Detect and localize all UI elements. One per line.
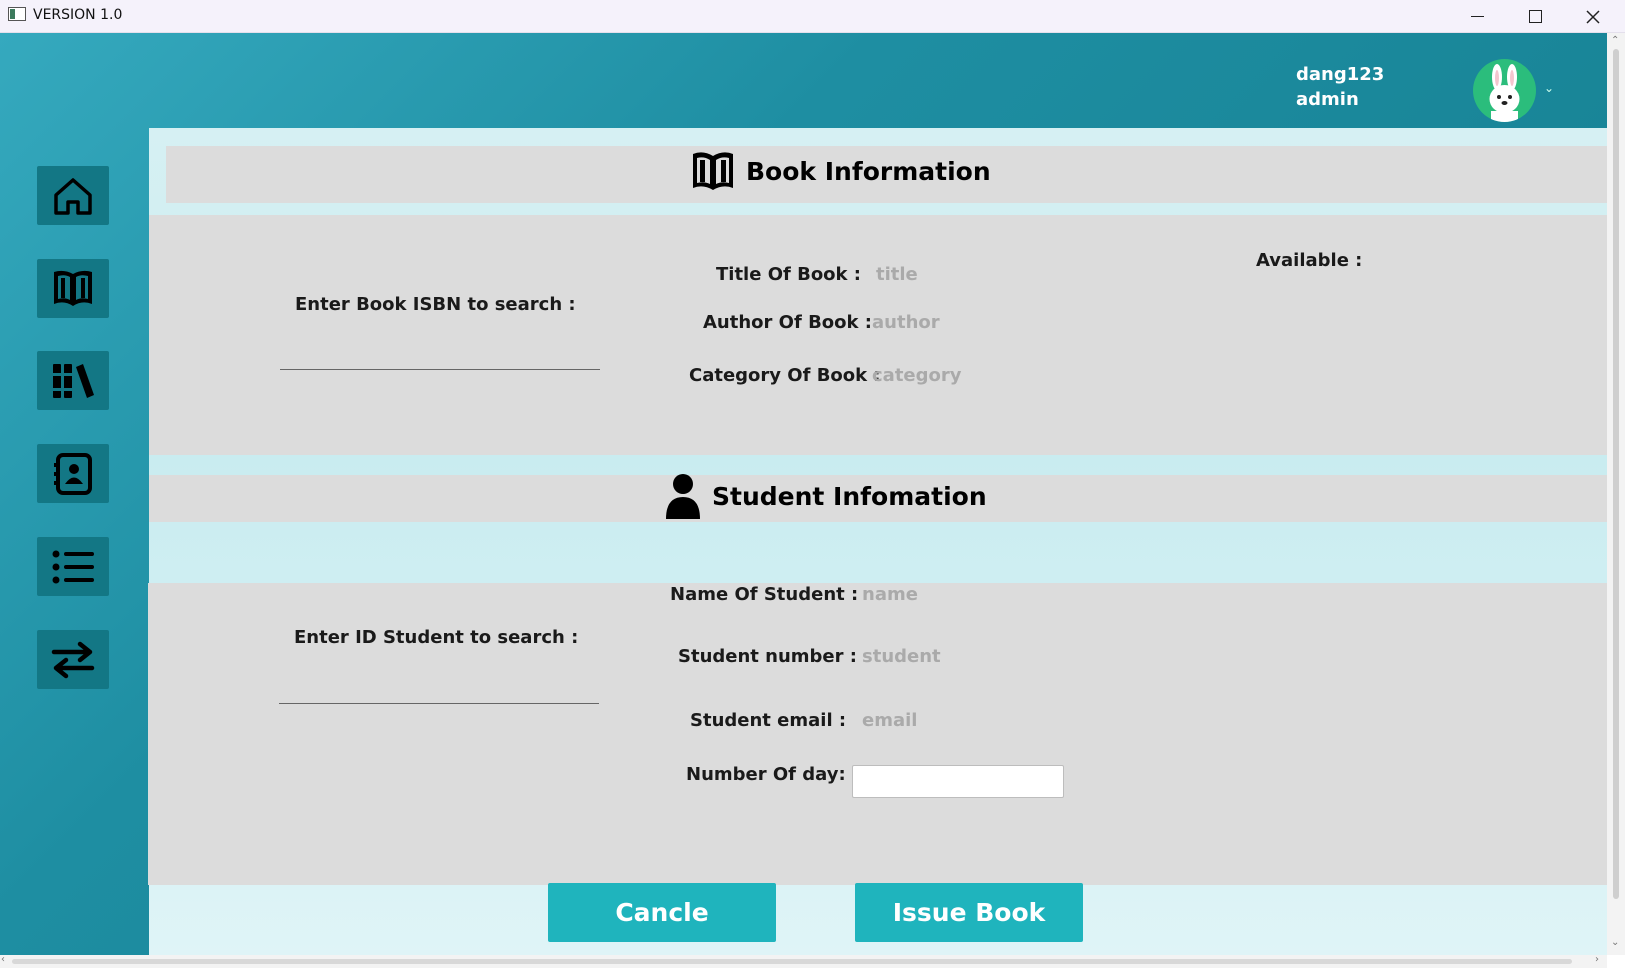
sidebar-item-transfer[interactable] — [37, 630, 109, 689]
scroll-left-icon[interactable]: ‹ — [1, 954, 5, 965]
app-window: dang123 admin ⌄ Book Information Enter B… — [0, 33, 1607, 955]
minimize-icon — [1470, 16, 1484, 17]
scroll-right-icon[interactable]: › — [1595, 954, 1599, 965]
student-email-value: email — [862, 710, 918, 731]
horizontal-scroll-thumb[interactable] — [12, 959, 1572, 964]
category-value: category — [872, 365, 962, 386]
student-email-label: Student email : — [690, 710, 847, 731]
number-of-day-input[interactable] — [852, 765, 1064, 798]
vertical-scrollbar[interactable]: ⌃ ⌄ — [1607, 33, 1625, 955]
user-info: dang123 admin — [1296, 62, 1384, 112]
isbn-search-input[interactable] — [280, 342, 600, 370]
sidebar-item-home[interactable] — [37, 166, 109, 225]
contacts-icon — [54, 452, 92, 495]
student-number-label: Student number : — [678, 646, 857, 667]
horizontal-scrollbar[interactable]: ‹ › — [0, 954, 1607, 968]
list-icon — [52, 550, 94, 583]
person-icon — [666, 474, 700, 519]
minimize-button[interactable] — [1448, 0, 1506, 33]
student-section-title-row: Student Infomation — [664, 473, 987, 519]
title-label: Title Of Book : — [716, 264, 861, 285]
avatar[interactable] — [1473, 59, 1536, 122]
student-id-search-label: Enter ID Student to search : — [294, 627, 579, 648]
student-number-value: student — [862, 646, 941, 667]
vertical-scroll-thumb[interactable] — [1613, 49, 1619, 899]
close-icon — [1586, 9, 1600, 24]
isbn-search-label: Enter Book ISBN to search : — [295, 294, 576, 315]
student-name-value: name — [862, 584, 918, 605]
maximize-button[interactable] — [1506, 0, 1564, 33]
scroll-up-icon[interactable]: ⌃ — [1611, 35, 1619, 46]
chevron-down-icon[interactable]: ⌄ — [1544, 81, 1554, 95]
library-icon — [53, 363, 94, 398]
student-id-search-input[interactable] — [279, 676, 599, 704]
author-value: author — [872, 312, 940, 333]
user-role: admin — [1296, 89, 1359, 110]
author-label: Author Of Book : — [703, 312, 872, 333]
window-title-bar: VERSION 1.0 — [0, 0, 1625, 33]
book-panel — [149, 215, 1607, 455]
main-content: Book Information Enter Book ISBN to sear… — [148, 128, 1607, 955]
sidebar-item-contacts[interactable] — [37, 444, 109, 503]
number-of-day-label: Number Of day: — [686, 764, 846, 785]
sidebar-item-library[interactable] — [37, 351, 109, 410]
issue-book-button[interactable]: Issue Book — [855, 883, 1083, 942]
category-label: Category Of Book : — [689, 365, 881, 386]
app-icon — [8, 7, 26, 21]
cancel-button[interactable]: Cancle — [548, 883, 776, 942]
title-value: title — [876, 264, 918, 285]
transfer-icon — [51, 641, 95, 678]
username: dang123 — [1296, 64, 1385, 85]
book-section-title-row: Book Information — [690, 148, 991, 194]
available-label: Available : — [1256, 250, 1363, 271]
student-section-title: Student Infomation — [712, 481, 987, 511]
home-icon — [54, 177, 92, 215]
scroll-down-icon[interactable]: ⌄ — [1611, 937, 1619, 948]
window-title: VERSION 1.0 — [33, 7, 123, 23]
sidebar-item-list[interactable] — [37, 537, 109, 596]
book-icon — [54, 270, 92, 306]
sidebar-item-books[interactable] — [37, 259, 109, 318]
bunny-avatar-icon — [1489, 64, 1520, 122]
maximize-icon — [1528, 10, 1542, 23]
close-button[interactable] — [1564, 0, 1622, 33]
book-section-title: Book Information — [746, 156, 991, 186]
student-name-label: Name Of Student : — [670, 584, 859, 605]
open-book-icon — [693, 152, 733, 190]
